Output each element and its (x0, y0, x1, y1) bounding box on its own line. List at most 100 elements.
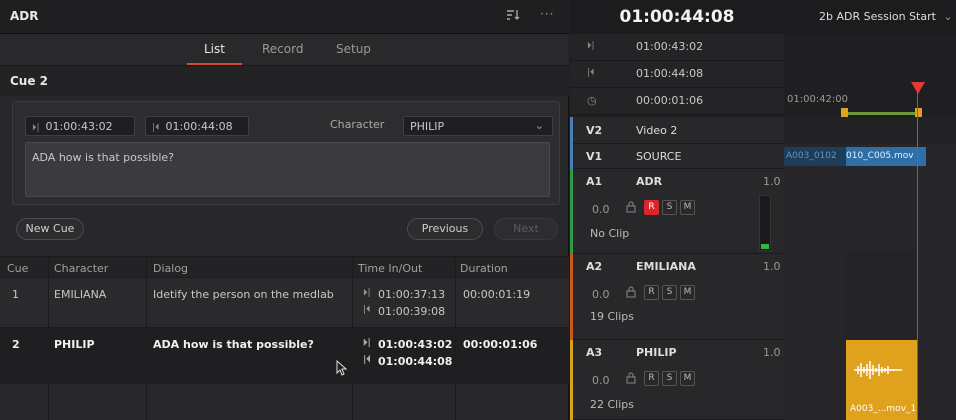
timeline-canvas[interactable]: 01:00:42:00 A003_0102 010_C005.mov A003_… (784, 34, 956, 420)
lock-icon[interactable] (626, 286, 636, 301)
track-name: SOURCE (636, 150, 682, 163)
duration-value: 00:00:01:06 (636, 94, 704, 107)
adr-panel: ADR ··· List Record Setup Cue 2 ⏵| 01:00:… (0, 0, 569, 420)
track-name: Video 2 (636, 124, 678, 137)
track-a1[interactable]: A1 ADR 1.0 0.0 RSM No Clip (570, 169, 784, 254)
col-cue[interactable]: Cue (7, 262, 28, 275)
out-point-value: 01:00:44:08 (636, 67, 704, 80)
tab-record[interactable]: Record (262, 42, 303, 56)
tab-bar: List Record Setup (0, 34, 569, 66)
solo-button[interactable]: S (662, 200, 677, 215)
clip-a3-label: A003_...mov_1 (850, 404, 917, 414)
volume-value[interactable]: 0.0 (592, 203, 610, 216)
volume-value[interactable]: 0.0 (592, 374, 610, 387)
lock-icon[interactable] (626, 201, 636, 216)
solo-button[interactable]: S (662, 285, 677, 300)
track-lane-v2 (784, 117, 956, 144)
track-a3[interactable]: A3 PHILIP 1.0 0.0 RSM 22 Clips (570, 340, 784, 420)
col-character[interactable]: Character (54, 262, 108, 275)
solo-button[interactable]: S (662, 371, 677, 386)
character-value: PHILIP (410, 120, 445, 133)
row-time-out: 01:00:44:08 (378, 355, 453, 368)
track-id: A2 (586, 260, 603, 273)
chevron-down-icon: ⌄ (943, 10, 953, 23)
clip-count: No Clip (590, 227, 630, 240)
tc-in-value: 01:00:43:02 (45, 120, 113, 133)
track-color-strip (570, 117, 573, 144)
clip-v1[interactable]: 010_C005.mov (846, 147, 926, 166)
cue-header: Cue 2 (0, 66, 569, 96)
tc-out-value: 01:00:44:08 (165, 120, 233, 133)
waveform-icon (854, 361, 902, 379)
in-marker[interactable] (841, 108, 848, 117)
track-a2[interactable]: A2 EMILIANA 1.0 0.0 RSM 19 Clips (570, 254, 784, 340)
volume-value[interactable]: 0.0 (592, 288, 610, 301)
column-divider (455, 256, 456, 420)
mark-out-icon: |⏴ (152, 123, 160, 133)
track-id: A3 (586, 346, 603, 359)
tab-setup[interactable]: Setup (336, 42, 371, 56)
record-arm-button[interactable]: R (644, 200, 659, 215)
clip-v1-dim[interactable]: A003_0102 (784, 147, 846, 166)
record-arm-button[interactable]: R (644, 285, 659, 300)
col-dialog[interactable]: Dialog (153, 262, 188, 275)
dialog-textarea[interactable]: ADA how is that possible? (25, 142, 550, 197)
table-row[interactable]: 1 EMILIANA Idetify the person on the med… (0, 278, 569, 328)
lock-icon[interactable] (626, 372, 636, 387)
in-point-row: ⏵| 01:00:43:02 (570, 34, 784, 61)
mouse-cursor-icon (336, 359, 348, 380)
tc-out-field[interactable]: |⏴ 01:00:44:08 (145, 116, 249, 136)
panel-title: ADR (10, 9, 39, 23)
column-divider (48, 256, 49, 420)
sort-icon[interactable] (506, 9, 520, 24)
dialog-text: ADA how is that possible? (32, 151, 175, 164)
mute-button[interactable]: M (680, 285, 695, 300)
previous-button[interactable]: Previous (407, 218, 483, 240)
active-tab-indicator (187, 63, 242, 65)
track-v2[interactable]: V2 Video 2 (570, 117, 784, 144)
mute-button[interactable]: M (680, 200, 695, 215)
clip-a3[interactable]: A003_...mov_1 (846, 340, 918, 420)
track-level: 1.0 (763, 260, 781, 273)
mark-in-icon: ⏵| (363, 288, 371, 298)
table-row-selected[interactable]: 2 PHILIP ADA how is that possible? ⏵| 01… (0, 328, 569, 384)
col-duration[interactable]: Duration (460, 262, 508, 275)
row-time-in: 01:00:37:13 (378, 288, 446, 301)
track-id: V1 (586, 150, 603, 163)
character-label: Character (330, 118, 385, 131)
mark-in-icon: ⏵| (587, 41, 595, 51)
session-selector[interactable]: 2b ADR Session Start ⌄ (784, 0, 956, 34)
mark-in-icon: ⏵| (32, 123, 40, 133)
tab-list[interactable]: List (204, 42, 225, 56)
out-point-row: |⏴ 01:00:44:08 (570, 61, 784, 88)
in-point-value: 01:00:43:02 (636, 40, 704, 53)
clip-count: 22 Clips (590, 398, 634, 411)
row-cue: 1 (12, 288, 19, 301)
mark-in-icon: ⏵| (363, 338, 371, 348)
mark-out-icon: |⏴ (363, 355, 371, 365)
row-duration: 00:00:01:06 (463, 338, 538, 351)
panel-titlebar: ADR ··· (0, 0, 569, 34)
track-color-strip (570, 144, 573, 169)
new-cue-button[interactable]: New Cue (16, 218, 84, 240)
tc-in-field[interactable]: ⏵| 01:00:43:02 (25, 116, 135, 136)
track-id: A1 (586, 175, 603, 188)
record-arm-button[interactable]: R (644, 371, 659, 386)
track-color-strip (570, 254, 573, 340)
row-time-out: 01:00:39:08 (378, 305, 446, 318)
col-time[interactable]: Time In/Out (358, 262, 422, 275)
level-meter (759, 195, 771, 251)
next-button[interactable]: Next (494, 218, 558, 240)
in-out-bar[interactable] (844, 112, 920, 115)
character-select[interactable]: PHILIP ⌄ (403, 116, 553, 136)
track-name: PHILIP (636, 346, 677, 359)
column-divider (146, 256, 147, 420)
playhead-handle[interactable] (911, 82, 925, 94)
track-v1[interactable]: V1 SOURCE (570, 144, 784, 169)
more-options-icon[interactable]: ··· (540, 7, 554, 21)
table-header: Cue Character Dialog Time In/Out Duratio… (0, 256, 569, 278)
track-id: V2 (586, 124, 603, 137)
mute-button[interactable]: M (680, 371, 695, 386)
column-divider (352, 256, 353, 420)
mark-out-icon: |⏴ (363, 305, 371, 315)
